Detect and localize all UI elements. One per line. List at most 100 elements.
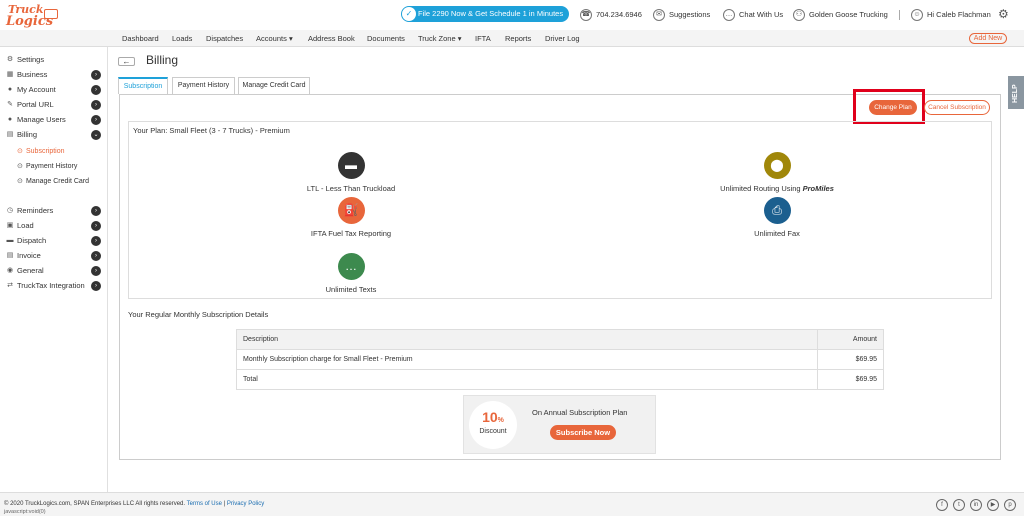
chevron-right-icon: ›: [91, 221, 101, 231]
sidebar-item-invoice[interactable]: ▤ Invoice ›: [0, 249, 107, 263]
discount-label: Discount: [479, 428, 507, 435]
compass-icon: ◉: [6, 267, 14, 274]
trucklogics-logo[interactable]: Truck Logics: [6, 3, 58, 29]
table-row: Monthly Subscription charge for Small Fl…: [236, 349, 884, 370]
back-arrow-icon[interactable]: ←: [118, 57, 135, 66]
sidebar-item-label: Settings: [17, 55, 45, 64]
nav-dashboard[interactable]: Dashboard: [122, 34, 159, 43]
nav-dispatches[interactable]: Dispatches: [206, 34, 243, 43]
linkedin-icon[interactable]: in: [970, 499, 982, 511]
nav-reports[interactable]: Reports: [505, 34, 531, 43]
company-switcher[interactable]: ⚇ Golden Goose Trucking: [793, 8, 888, 22]
feature-label-text: Unlimited Routing Using: [720, 184, 803, 193]
sidebar-item-load[interactable]: ▣ Load ›: [0, 219, 107, 233]
monthly-details-title: Your Regular Monthly Subscription Detail…: [128, 310, 269, 319]
load-icon: ▣: [6, 222, 14, 229]
fuel-pump-icon: ⛽: [337, 197, 365, 224]
terms-of-use-link[interactable]: Terms of Use: [187, 501, 222, 507]
column-header-amount: Amount: [817, 329, 884, 350]
promo-text: File 2290 Now & Get Schedule 1 in Minute…: [418, 9, 564, 18]
row-amount: $69.95: [817, 349, 884, 370]
privacy-policy-link[interactable]: Privacy Policy: [227, 501, 264, 507]
nav-address-book[interactable]: Address Book: [308, 34, 355, 43]
tab-subscription[interactable]: Subscription: [118, 77, 168, 94]
user-menu[interactable]: ☺ Hi Caleb Flachman: [911, 8, 991, 22]
sidebar-item-label: My Account: [17, 85, 56, 94]
truck-icon: ▬: [6, 237, 14, 244]
feature-ifta: ⛽ IFTA Fuel Tax Reporting: [281, 197, 421, 238]
tab-payment-history[interactable]: Payment History: [172, 77, 235, 94]
tab-manage-credit-card[interactable]: Manage Credit Card: [238, 77, 310, 94]
sidebar-item-business[interactable]: ▦ Business ›: [0, 68, 107, 82]
nav-ifta[interactable]: IFTA: [475, 34, 491, 43]
youtube-icon[interactable]: ▶: [987, 499, 999, 511]
pinterest-icon[interactable]: p: [1004, 499, 1016, 511]
header-divider: [899, 10, 900, 20]
feature-label: Unlimited Fax: [754, 229, 800, 238]
sidebar-subitem-label: Manage Credit Card: [26, 178, 90, 185]
sidebar-item-label: Dispatch: [17, 236, 47, 245]
sidebar-item-manage-users[interactable]: ● Manage Users ›: [0, 113, 107, 127]
main-nav: Dashboard Loads Dispatches Accounts ▾ Ad…: [0, 30, 1024, 47]
clock-icon: ◷: [6, 207, 14, 214]
caret-down-icon: ▾: [288, 34, 293, 43]
sidebar-item-billing[interactable]: ▤ Billing ⌄: [0, 128, 107, 142]
user-avatar-icon: ☺: [911, 9, 923, 22]
feature-texts: … Unlimited Texts: [281, 253, 421, 294]
sidebar-item-trucktax-integration[interactable]: ⇄ TruckTax Integration ›: [0, 279, 107, 293]
location-pin-icon: ⬤: [763, 152, 791, 179]
nav-documents[interactable]: Documents: [367, 34, 405, 43]
row-description: Monthly Subscription charge for Small Fl…: [236, 349, 818, 370]
twitter-icon[interactable]: t: [953, 499, 965, 511]
plan-details-box: [128, 121, 992, 299]
phone-icon: ☎: [580, 9, 592, 22]
cancel-subscription-button[interactable]: Cancel Subscription: [924, 100, 990, 115]
chat-link[interactable]: … Chat With Us: [723, 8, 783, 22]
sidebar-subitem-manage-credit-card[interactable]: ⊙ Manage Credit Card: [0, 175, 107, 189]
facebook-icon[interactable]: f: [936, 499, 948, 511]
chevron-down-icon: ⌄: [91, 130, 101, 140]
chevron-right-icon: ›: [91, 281, 101, 291]
phone-link[interactable]: ☎ 704.234.6946: [580, 8, 642, 22]
help-tab[interactable]: HELP: [1008, 76, 1024, 109]
sidebar-item-my-account[interactable]: ● My Account ›: [0, 83, 107, 97]
gear-icon: ⚙: [6, 56, 14, 63]
form-2290-promo-button[interactable]: ✓ File 2290 Now & Get Schedule 1 in Minu…: [401, 6, 569, 22]
sidebar-item-reminders[interactable]: ◷ Reminders ›: [0, 204, 107, 218]
nav-truck-zone[interactable]: Truck Zone ▾: [418, 34, 462, 43]
nav-driver-log[interactable]: Driver Log: [545, 34, 580, 43]
feature-label: Unlimited Routing Using ProMiles: [707, 184, 847, 193]
sidebar-item-dispatch[interactable]: ▬ Dispatch ›: [0, 234, 107, 248]
caret-down-icon: ▾: [457, 34, 462, 43]
chevron-right-icon: ›: [91, 70, 101, 80]
top-bar: Truck Logics ✓ File 2290 Now & Get Sched…: [0, 0, 1024, 30]
truck-icon: ▬: [337, 152, 365, 179]
change-plan-button[interactable]: Change Plan: [869, 100, 917, 115]
chevron-right-icon: ›: [91, 206, 101, 216]
footer-copyright: © 2020 TruckLogics.com, SPAN Enterprises…: [4, 501, 264, 507]
radio-dot-icon: ⊙: [17, 178, 23, 185]
nav-accounts[interactable]: Accounts ▾: [256, 34, 293, 43]
settings-gear-icon[interactable]: ⚙: [998, 7, 1009, 21]
subscription-table: Description Amount Monthly Subscription …: [236, 329, 884, 390]
sidebar-item-settings[interactable]: ⚙ Settings: [0, 53, 107, 67]
sidebar-item-label: Manage Users: [17, 115, 66, 124]
nav-accounts-label: Accounts: [256, 34, 287, 43]
subscribe-now-button[interactable]: Subscribe Now: [550, 425, 616, 440]
sidebar-item-general[interactable]: ◉ General ›: [0, 264, 107, 278]
sidebar-subitem-payment-history[interactable]: ⊙ Payment History: [0, 160, 107, 174]
promiles-brand: ProMiles: [802, 184, 834, 193]
sidebar-item-portal-url[interactable]: ✎ Portal URL ›: [0, 98, 107, 112]
discount-number: 10: [482, 409, 498, 425]
suggestions-link[interactable]: ✉ Suggestions: [653, 8, 710, 22]
user-icon: ●: [7, 86, 13, 93]
chevron-right-icon: ›: [91, 100, 101, 110]
feature-label: Unlimited Texts: [325, 285, 377, 294]
page-title: Billing: [146, 53, 179, 67]
user-greeting: Hi Caleb Flachman: [927, 10, 991, 19]
table-header-row: Description Amount: [236, 329, 884, 350]
sidebar-subitem-subscription[interactable]: ⊙ Subscription: [0, 145, 107, 159]
discount-badge: 10% Discount: [469, 401, 517, 449]
nav-loads[interactable]: Loads: [172, 34, 192, 43]
add-new-button[interactable]: Add New: [969, 33, 1007, 44]
